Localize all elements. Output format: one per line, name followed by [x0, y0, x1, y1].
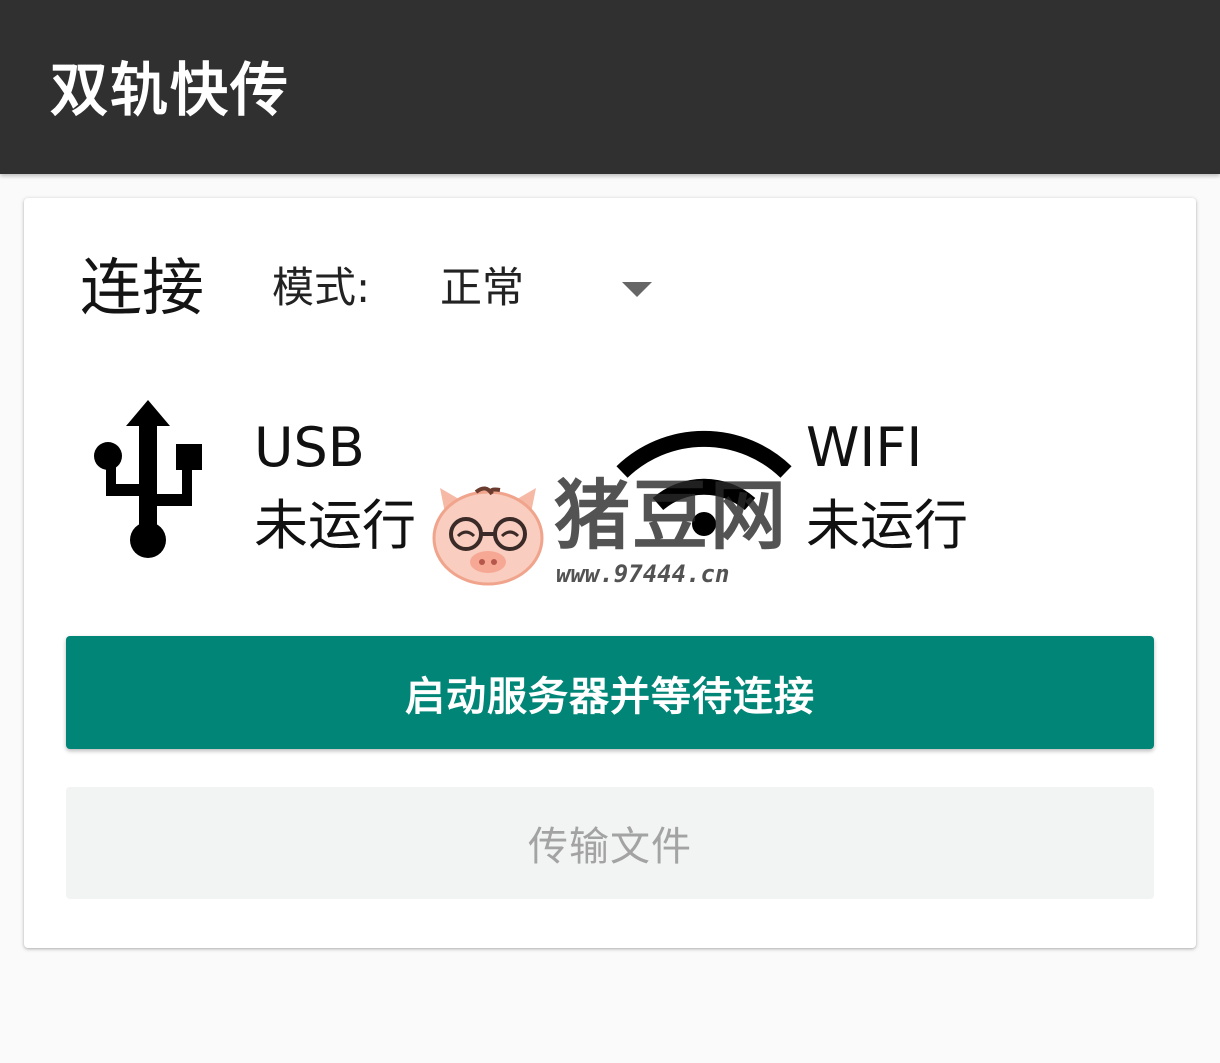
watermark: 猪豆网 www.97444.cn — [430, 474, 810, 594]
mode-dropdown[interactable]: 正常 — [434, 250, 664, 326]
mode-selected-value: 正常 — [440, 263, 525, 312]
pig-logo-icon — [432, 486, 544, 586]
wifi-status: 未运行 — [806, 494, 968, 557]
wifi-label: WIFI — [806, 416, 923, 479]
app-bar: 双轨快传 — [0, 0, 1220, 174]
usb-label: USB — [254, 416, 365, 479]
mode-label: 模式: — [272, 263, 371, 312]
watermark-brand: 猪豆网 — [554, 471, 788, 560]
transfer-files-button[interactable]: 传输文件 — [66, 787, 1154, 899]
usb-icon — [94, 400, 202, 558]
section-title: 连接 — [80, 251, 205, 324]
app-title: 双轨快传 — [50, 56, 291, 124]
start-server-button[interactable]: 启动服务器并等待连接 — [66, 636, 1154, 749]
dropdown-arrow-icon — [622, 282, 652, 297]
connection-card: 连接 模式: 正常 USB 未运行 WIFI 未运行 猪豆网 www.97444… — [24, 198, 1196, 948]
usb-status: 未运行 — [254, 494, 416, 557]
watermark-url: www.97444.cn — [556, 560, 730, 588]
